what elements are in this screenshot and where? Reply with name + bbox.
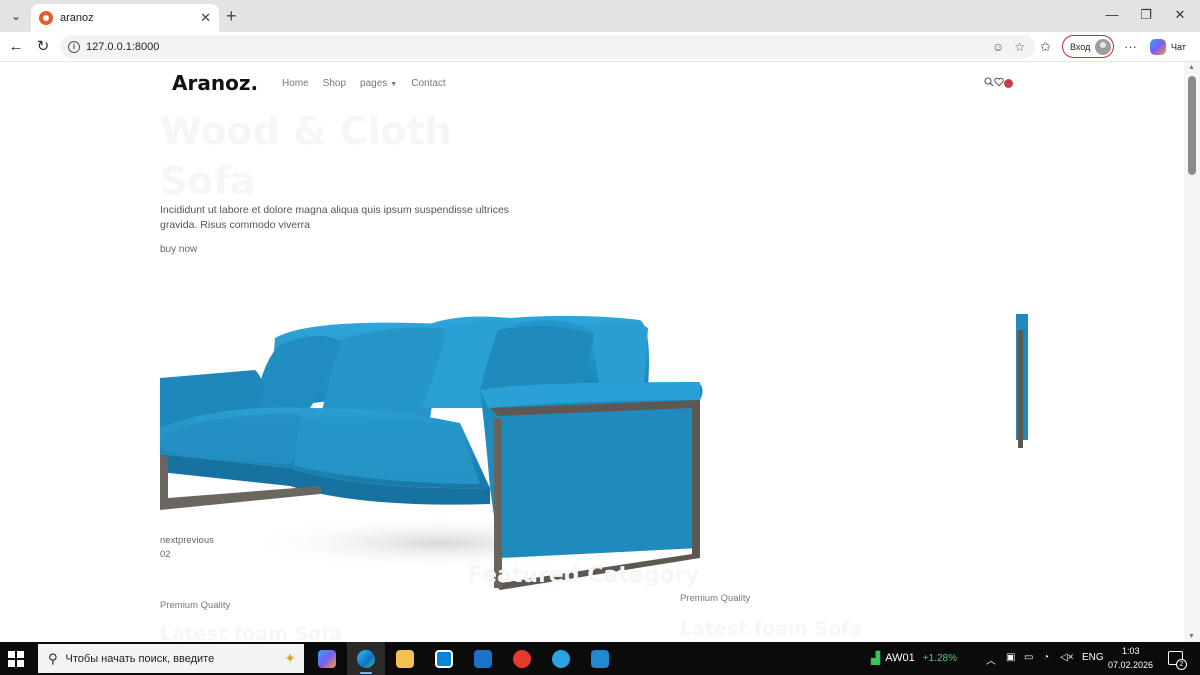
search-icon[interactable] bbox=[984, 77, 994, 90]
slide-counter: 02 bbox=[160, 549, 171, 560]
profile-avatar-icon bbox=[1095, 38, 1112, 55]
taskbar: ⚲ Чтобы начать поиск, введите ✦ ▟ AW01 +… bbox=[0, 642, 1200, 675]
scroll-down-arrow-icon[interactable]: ▼ bbox=[1188, 633, 1195, 640]
vscode-icon[interactable] bbox=[581, 642, 619, 675]
clock-time[interactable]: 1:03 bbox=[1122, 646, 1140, 656]
minimize-icon[interactable]: — bbox=[1102, 7, 1122, 22]
taskbar-search[interactable]: ⚲ Чтобы начать поиск, введите ✦ bbox=[38, 644, 304, 673]
nav-contact[interactable]: Contact bbox=[411, 78, 445, 89]
category-title: Latest foam Sofa bbox=[160, 623, 343, 642]
tab-close-icon[interactable]: ✕ bbox=[200, 10, 211, 26]
wifi-icon[interactable]: ◔ bbox=[1043, 652, 1049, 663]
scroll-up-arrow-icon[interactable]: ▲ bbox=[1188, 64, 1195, 71]
page-scrollbar[interactable]: ▲ ▼ bbox=[1184, 62, 1200, 642]
page-viewport: Aranoz. Home Shop pages ▼ Contact Wood & … bbox=[0, 62, 1200, 642]
hero-title: Wood & Cloth Sofa bbox=[160, 109, 452, 203]
browser-tabstrip: ⌄ aranoz ✕ + — ❐ ✕ bbox=[0, 0, 1200, 32]
volume-muted-icon[interactable]: ◁× bbox=[1060, 652, 1074, 663]
copilot-button[interactable]: Чат bbox=[1150, 39, 1186, 55]
telegram-icon[interactable] bbox=[542, 642, 580, 675]
reload-icon[interactable]: ↻ bbox=[33, 38, 53, 56]
featured-category-heading: Featured Category bbox=[468, 563, 700, 588]
stock-name: AW01 bbox=[885, 652, 915, 664]
sparkle-icon: ✦ bbox=[284, 650, 296, 666]
taskbar-search-placeholder: Чтобы начать поиск, введите bbox=[65, 652, 215, 665]
browser-toolbar: ← ↻ i 127.0.0.1:8000 ☺ ☆ ✩ Вход ··· Чат bbox=[0, 32, 1200, 62]
nav-home[interactable]: Home bbox=[282, 78, 309, 89]
next-slide-sofa-edge bbox=[1016, 314, 1028, 448]
file-explorer-icon[interactable] bbox=[386, 642, 424, 675]
battery-icon[interactable]: ▭ bbox=[1024, 652, 1033, 663]
url-text[interactable]: 127.0.0.1:8000 bbox=[86, 41, 992, 53]
new-tab-plus-icon[interactable]: + bbox=[226, 6, 237, 26]
stock-widget[interactable]: ▟ AW01 +1.28% bbox=[871, 651, 957, 665]
copilot-icon bbox=[1150, 39, 1166, 55]
maximize-icon[interactable]: ❐ bbox=[1136, 7, 1156, 23]
show-hidden-icons-chevron-icon[interactable]: ︿ bbox=[986, 652, 996, 667]
hero-sofa-image bbox=[160, 315, 703, 590]
tab-actions-chevron-icon[interactable]: ⌄ bbox=[6, 6, 26, 26]
hero-description: Incididunt ut labore et dolore magna ali… bbox=[160, 204, 510, 231]
search-icon: ⚲ bbox=[48, 650, 58, 666]
device-icon[interactable]: ▣ bbox=[1006, 652, 1015, 663]
site-favicon-icon bbox=[39, 11, 53, 25]
copilot-label: Чат bbox=[1171, 42, 1186, 52]
store-app-icon[interactable] bbox=[425, 642, 463, 675]
cart-icon[interactable] bbox=[1004, 79, 1013, 88]
scrollbar-thumb[interactable] bbox=[1188, 76, 1196, 175]
notification-count-badge: 2 bbox=[1176, 659, 1187, 670]
back-arrow-icon[interactable]: ← bbox=[6, 38, 26, 56]
slider-controls[interactable]: nextprevious bbox=[160, 535, 214, 546]
main-nav: Home Shop pages ▼ Contact bbox=[282, 78, 460, 89]
clock-date[interactable]: 07.02.2026 bbox=[1108, 660, 1153, 670]
buy-now-link[interactable]: buy now bbox=[160, 244, 197, 255]
windows-start-icon[interactable] bbox=[8, 651, 24, 667]
site-logo[interactable]: Aranoz. bbox=[172, 71, 258, 95]
favorite-star-icon[interactable]: ☆ bbox=[1014, 40, 1025, 54]
read-aloud-icon[interactable]: ☺ bbox=[992, 40, 1004, 54]
stock-chart-icon: ▟ bbox=[871, 651, 881, 665]
stock-delta: +1.28% bbox=[922, 652, 957, 664]
nav-shop[interactable]: Shop bbox=[323, 78, 346, 89]
browser-tab[interactable]: aranoz ✕ bbox=[31, 4, 219, 32]
address-bar[interactable]: i 127.0.0.1:8000 ☺ ☆ bbox=[60, 35, 1035, 59]
nav-pages[interactable]: pages ▼ bbox=[360, 78, 397, 89]
favorites-icon[interactable]: ✩ bbox=[1040, 39, 1051, 55]
site-info-icon[interactable]: i bbox=[68, 41, 80, 53]
header-icons bbox=[984, 77, 1013, 90]
signin-label: Вход bbox=[1070, 41, 1091, 52]
edge-app-icon[interactable] bbox=[347, 642, 385, 675]
window-close-icon[interactable]: ✕ bbox=[1170, 7, 1190, 23]
tab-title: aranoz bbox=[60, 12, 94, 24]
category-tag: Premium Quality bbox=[160, 600, 231, 611]
language-indicator[interactable]: ENG bbox=[1082, 652, 1104, 663]
copilot-app-icon[interactable] bbox=[308, 642, 346, 675]
nav-pages-label: pages bbox=[360, 78, 388, 89]
signin-button[interactable]: Вход bbox=[1062, 35, 1114, 58]
yandex-browser-icon[interactable] bbox=[503, 642, 541, 675]
caret-down-icon: ▼ bbox=[390, 81, 398, 88]
more-options-icon[interactable]: ··· bbox=[1124, 39, 1137, 54]
mail-app-icon[interactable] bbox=[464, 642, 502, 675]
category-tag: Premium Quality bbox=[680, 593, 751, 604]
category-title: Latest foam Sofa bbox=[680, 618, 863, 640]
heart-icon[interactable] bbox=[994, 77, 1004, 90]
